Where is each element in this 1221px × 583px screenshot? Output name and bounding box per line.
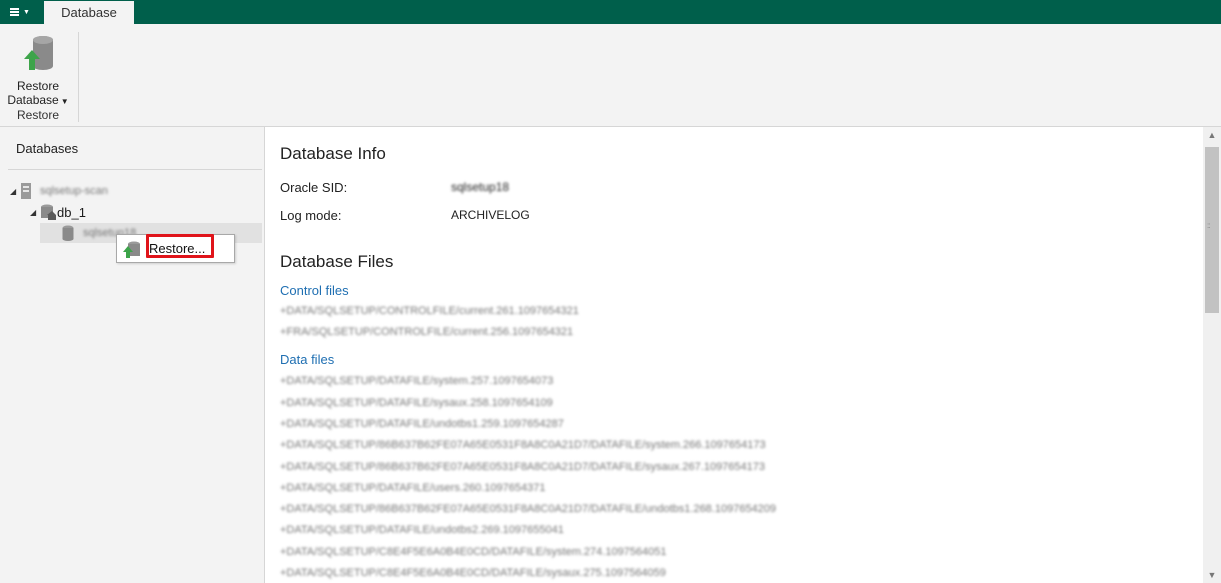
data-file-path: +DATA/SQLSETUP/C8E4F5E6A0B4E0CD/DATAFILE… <box>280 567 666 579</box>
expand-triangle-icon[interactable]: ◢ <box>10 187 20 196</box>
divider <box>8 169 262 170</box>
ribbon-separator <box>78 32 79 122</box>
control-files-link[interactable]: Control files <box>280 283 349 298</box>
oracle-sid-label: Oracle SID: <box>280 180 348 195</box>
data-files-link[interactable]: Data files <box>280 352 334 367</box>
grip-icon: :: <box>1207 221 1211 230</box>
vertical-scrollbar[interactable]: ▲ :: ▼ <box>1203 127 1221 583</box>
chevron-down-icon: ▼ <box>60 97 69 106</box>
scroll-up-arrow-icon[interactable]: ▲ <box>1203 127 1221 143</box>
main-menu-button[interactable]: ▼ <box>0 0 40 24</box>
scrollbar-thumb[interactable] <box>1205 147 1219 313</box>
title-bar: ▼ Database <box>0 0 1221 24</box>
database-info-heading: Database Info <box>280 144 386 163</box>
log-mode-value: ARCHIVELOG <box>451 208 530 222</box>
tree-label-server: sqlsetup-scan <box>40 185 108 197</box>
chevron-down-icon: ▼ <box>23 8 30 16</box>
scroll-down-arrow-icon[interactable]: ▼ <box>1203 567 1221 583</box>
tab-database[interactable]: Database <box>44 1 134 24</box>
data-file-path: +DATA/SQLSETUP/DATAFILE/sysaux.258.10976… <box>280 397 553 409</box>
restore-database-button[interactable]: Restore Database ▼ <box>4 30 72 107</box>
data-file-path: +DATA/SQLSETUP/DATAFILE/undotbs1.259.109… <box>280 418 564 430</box>
data-file-path: +DATA/SQLSETUP/DATAFILE/users.260.109765… <box>280 482 546 494</box>
data-file-path: +DATA/SQLSETUP/DATAFILE/undotbs2.269.109… <box>280 524 564 536</box>
data-file-path: +DATA/SQLSETUP/DATAFILE/system.257.10976… <box>280 375 554 387</box>
ribbon-group-label: Restore <box>16 108 60 122</box>
log-mode-label: Log mode: <box>280 208 342 223</box>
restore-icon <box>123 241 140 258</box>
control-file-path: +DATA/SQLSETUP/CONTROLFILE/current.261.1… <box>280 305 579 317</box>
restore-database-icon <box>24 36 53 70</box>
data-file-path: +DATA/SQLSETUP/86B637B62FE07A65E0531F8A8… <box>280 503 777 515</box>
database-files-heading: Database Files <box>280 252 394 271</box>
server-icon <box>21 183 31 199</box>
expand-triangle-icon[interactable]: ◢ <box>30 208 40 217</box>
ribbon: Restore Database ▼ Restore <box>0 24 1221 127</box>
details-pane: Database Info Oracle SID: sqlsetup18 Log… <box>265 127 1203 583</box>
restore-database-label-2: Database ▼ <box>7 93 69 107</box>
data-file-path: +DATA/SQLSETUP/C8E4F5E6A0B4E0CD/DATAFILE… <box>280 546 667 558</box>
data-file-path: +DATA/SQLSETUP/86B637B62FE07A65E0531F8A8… <box>280 439 766 451</box>
database-icon <box>62 225 74 241</box>
tree-node-db1[interactable]: ◢ db_1 <box>30 202 86 222</box>
database-home-icon <box>41 204 56 220</box>
hamburger-menu-icon <box>10 8 20 16</box>
tree-label-db1: db_1 <box>57 204 86 220</box>
restore-database-label-1: Restore <box>16 79 60 93</box>
context-menu: Restore... <box>116 234 235 263</box>
data-file-path: +DATA/SQLSETUP/86B637B62FE07A65E0531F8A8… <box>280 461 766 473</box>
tree-node-server[interactable]: ◢ sqlsetup-scan <box>10 181 108 201</box>
databases-panel: Databases ◢ sqlsetup-scan ◢ db_1 sqlsetu… <box>0 127 265 583</box>
panel-title: Databases <box>16 141 79 156</box>
context-menu-item-restore[interactable]: Restore... <box>119 234 231 260</box>
oracle-sid-value: sqlsetup18 <box>451 180 510 194</box>
control-file-path: +FRA/SQLSETUP/CONTROLFILE/current.256.10… <box>280 326 574 338</box>
highlight-box <box>146 234 214 258</box>
